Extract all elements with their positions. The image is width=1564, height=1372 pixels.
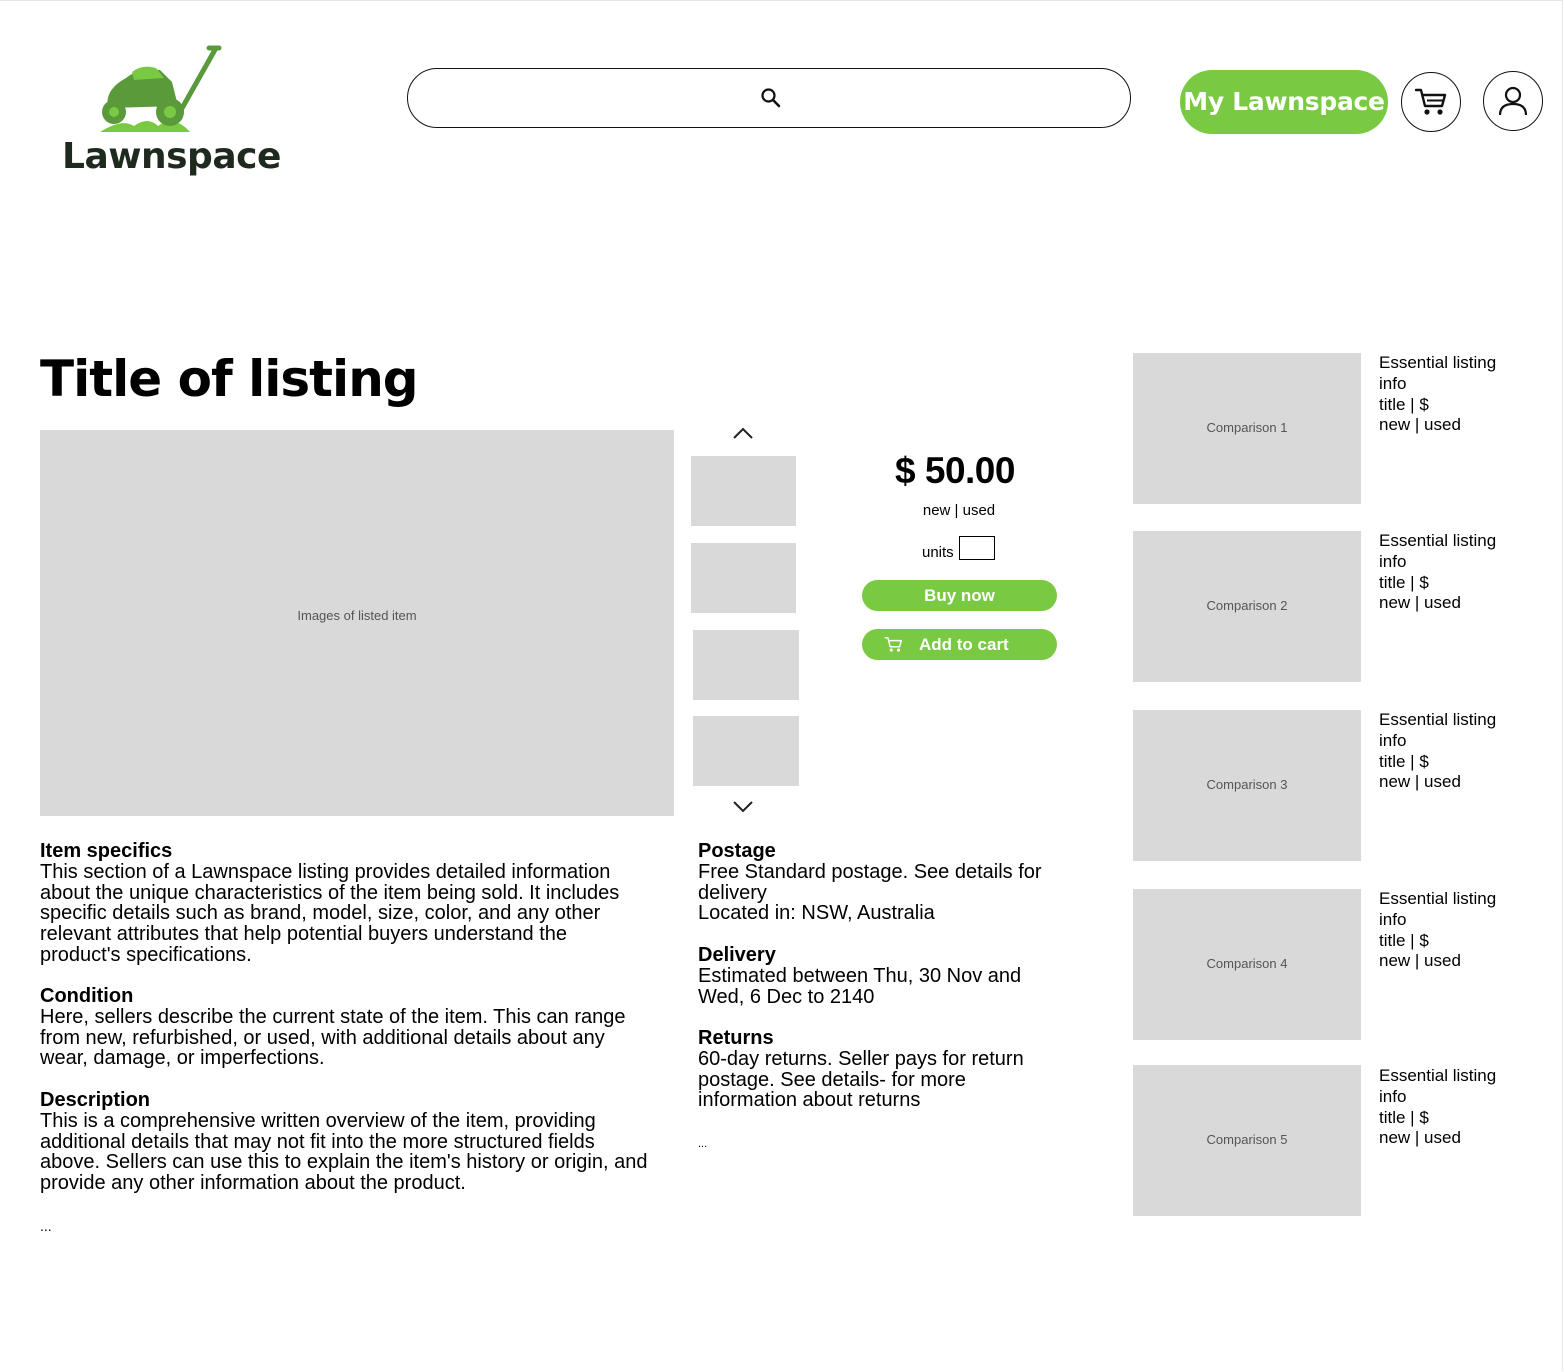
- thumbnail-2[interactable]: [691, 543, 796, 613]
- main-image-label: Images of listed item: [297, 608, 417, 623]
- comparison-info-line: new | used: [1379, 951, 1461, 971]
- search-bar[interactable]: [407, 68, 1131, 128]
- item-specifics-line: about the unique characteristics of the …: [40, 881, 620, 904]
- comparison-image-1[interactable]: Comparison 1: [1133, 353, 1361, 504]
- comparison-info-line: info: [1379, 373, 1407, 393]
- comparison-info-line: info: [1379, 551, 1407, 571]
- comparison-info-4[interactable]: Essential listing info title | $ new | u…: [1379, 889, 1496, 972]
- description-line: provide any other information about the …: [40, 1172, 466, 1195]
- delivery-line: Wed, 6 Dec to 2140: [698, 985, 875, 1008]
- price: $ 50.00: [895, 450, 1015, 491]
- units-input[interactable]: [959, 536, 995, 560]
- cart-button[interactable]: [1401, 72, 1461, 132]
- item-specifics-line: specific details such as brand, model, s…: [40, 902, 601, 925]
- comparison-info-line: title | $: [1379, 930, 1429, 950]
- comparison-info-line: title | $: [1379, 572, 1429, 592]
- condition-section: Condition Here, sellers describe the cur…: [40, 986, 625, 1069]
- returns-line: 60-day returns. Seller pays for return: [698, 1047, 1024, 1070]
- item-specifics-line: product's specifications.: [40, 943, 252, 966]
- condition-heading: Condition: [40, 985, 134, 1007]
- comparison-label: Comparison 5: [1206, 1132, 1288, 1147]
- item-specifics-line: relevant attributes that help potential …: [40, 923, 568, 946]
- comparison-image-3[interactable]: Comparison 3: [1133, 710, 1361, 861]
- description-line: This is a comprehensive written overview…: [40, 1109, 596, 1132]
- cart-icon: [884, 637, 903, 652]
- description-line: above. Sellers can use this to explain t…: [40, 1151, 648, 1174]
- comparison-info-line: info: [1379, 730, 1407, 750]
- comparison-info-line: title | $: [1379, 394, 1429, 414]
- brand-name: Lawnspace: [62, 136, 281, 177]
- postage-line: delivery: [698, 881, 767, 904]
- condition-label: new | used: [922, 502, 996, 519]
- cart-icon: [1414, 88, 1447, 115]
- comparison-image-4[interactable]: Comparison 4: [1133, 889, 1361, 1040]
- buy-now-button[interactable]: Buy now: [862, 580, 1057, 611]
- comparison-info-1[interactable]: Essential listing info title | $ new | u…: [1379, 353, 1496, 436]
- search-icon[interactable]: [760, 87, 782, 114]
- postage-line: Free Standard postage. See details for: [698, 860, 1042, 883]
- comparison-image-2[interactable]: Comparison 2: [1133, 531, 1361, 682]
- comparison-info-3[interactable]: Essential listing info title | $ new | u…: [1379, 710, 1496, 793]
- item-specifics-heading: Item specifics: [40, 840, 173, 862]
- comparison-info-line: new | used: [1379, 1128, 1461, 1148]
- comparison-label: Comparison 4: [1206, 956, 1288, 971]
- comparison-info-line: title | $: [1379, 1107, 1429, 1127]
- returns-section: Returns 60-day returns. Seller pays for …: [698, 1028, 1024, 1111]
- delivery-line: Estimated between Thu, 30 Nov and: [698, 964, 1022, 987]
- comparison-info-line: title | $: [1379, 751, 1429, 771]
- comparison-info-line: info: [1379, 1086, 1407, 1106]
- comparison-info-5[interactable]: Essential listing info title | $ new | u…: [1379, 1066, 1496, 1149]
- thumbnail-4[interactable]: [693, 716, 799, 786]
- delivery-heading: Delivery: [698, 944, 776, 966]
- comparison-info-line: Essential listing: [1379, 353, 1497, 372]
- comparison-info-line: Essential listing: [1379, 889, 1497, 908]
- thumbnail-1[interactable]: [691, 456, 796, 526]
- logo[interactable]: Lawnspace: [60, 40, 281, 190]
- user-icon: [1498, 86, 1528, 116]
- comparison-info-line: new | used: [1379, 415, 1461, 435]
- delivery-section: Delivery Estimated between Thu, 30 Nov a…: [698, 945, 1021, 1007]
- my-lawnspace-button[interactable]: My Lawnspace: [1180, 70, 1388, 134]
- main-image[interactable]: Images of listed item: [40, 430, 674, 816]
- comparison-label: Comparison 1: [1206, 420, 1288, 435]
- thumbnail-3[interactable]: [693, 630, 799, 700]
- comparison-info-line: Essential listing: [1379, 710, 1497, 729]
- comparison-info-2[interactable]: Essential listing info title | $ new | u…: [1379, 531, 1496, 614]
- comparison-info-line: new | used: [1379, 593, 1461, 613]
- comparison-info-line: info: [1379, 909, 1407, 929]
- returns-line: postage. See details- for more: [698, 1068, 966, 1091]
- comparison-image-5[interactable]: Comparison 5: [1133, 1065, 1361, 1216]
- units-label: units: [922, 544, 954, 561]
- lawnmower-icon: [100, 45, 222, 132]
- condition-line: wear, damage, or imperfections.: [40, 1047, 325, 1070]
- comparison-label: Comparison 3: [1206, 777, 1288, 792]
- add-to-cart-label: Add to cart: [919, 635, 1009, 654]
- description-line: additional details that may not fit into…: [40, 1130, 595, 1153]
- account-button[interactable]: [1483, 71, 1543, 131]
- add-to-cart-button[interactable]: Add to cart: [862, 629, 1057, 660]
- item-specifics-section: Item specifics This section of a Lawnspa…: [40, 841, 619, 966]
- chevron-down-icon[interactable]: [732, 800, 754, 814]
- condition-line: from new, refurbished, or used, with add…: [40, 1026, 605, 1049]
- comparison-info-line: new | used: [1379, 772, 1461, 792]
- listing-title: Title of listing: [40, 350, 419, 408]
- returns-line: information about returns: [698, 1089, 921, 1112]
- description-section: Description This is a comprehensive writ…: [40, 1090, 647, 1194]
- item-specifics-line: This section of a Lawnspace listing prov…: [40, 860, 611, 883]
- chevron-up-icon[interactable]: [732, 426, 754, 440]
- returns-heading: Returns: [698, 1027, 774, 1049]
- shipping-more[interactable]: ...: [698, 1138, 707, 1150]
- postage-line: Located in: NSW, Australia: [698, 902, 935, 925]
- details-more[interactable]: ...: [40, 1218, 52, 1234]
- comparison-label: Comparison 2: [1206, 598, 1288, 613]
- postage-heading: Postage: [698, 840, 776, 862]
- comparison-info-line: Essential listing: [1379, 1066, 1497, 1085]
- condition-line: Here, sellers describe the current state…: [40, 1005, 626, 1028]
- postage-section: Postage Free Standard postage. See detai…: [698, 841, 1042, 924]
- comparison-info-line: Essential listing: [1379, 531, 1497, 550]
- description-heading: Description: [40, 1089, 151, 1111]
